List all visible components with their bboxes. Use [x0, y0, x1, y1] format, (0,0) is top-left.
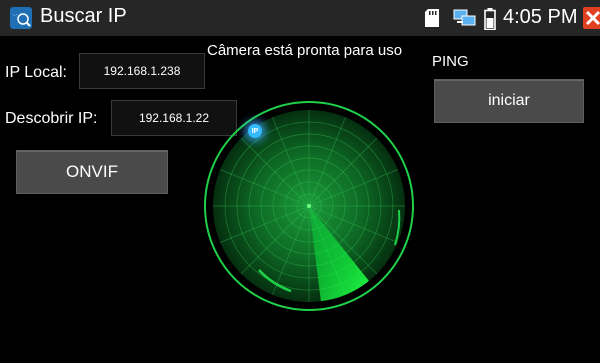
- sd-card-icon: [425, 9, 439, 27]
- local-ip-field[interactable]: 192.168.1.238: [79, 53, 205, 89]
- discover-ip-label: Descobrir IP:: [5, 110, 98, 127]
- onvif-button[interactable]: ONVIF: [16, 150, 168, 194]
- close-button[interactable]: [583, 7, 600, 29]
- ping-start-button[interactable]: iniciar: [434, 79, 584, 123]
- camera-status-message: Câmera está pronta para uso: [207, 42, 403, 59]
- close-icon: [585, 10, 600, 26]
- svg-text:·.·: ·.·: [12, 12, 18, 18]
- network-icon: [453, 9, 476, 26]
- status-time: 4:05 PM: [503, 6, 578, 28]
- radar-scanner: [204, 101, 414, 311]
- title-bar: ·.· Buscar IP 4:05 PM: [0, 0, 600, 36]
- local-ip-label: IP Local:: [5, 64, 67, 81]
- battery-icon: [484, 8, 496, 30]
- radar-blip: IP: [248, 124, 262, 138]
- search-ip-app-icon: ·.·: [10, 7, 32, 29]
- app-title: Buscar IP: [40, 5, 127, 27]
- ping-label: PING: [432, 53, 469, 70]
